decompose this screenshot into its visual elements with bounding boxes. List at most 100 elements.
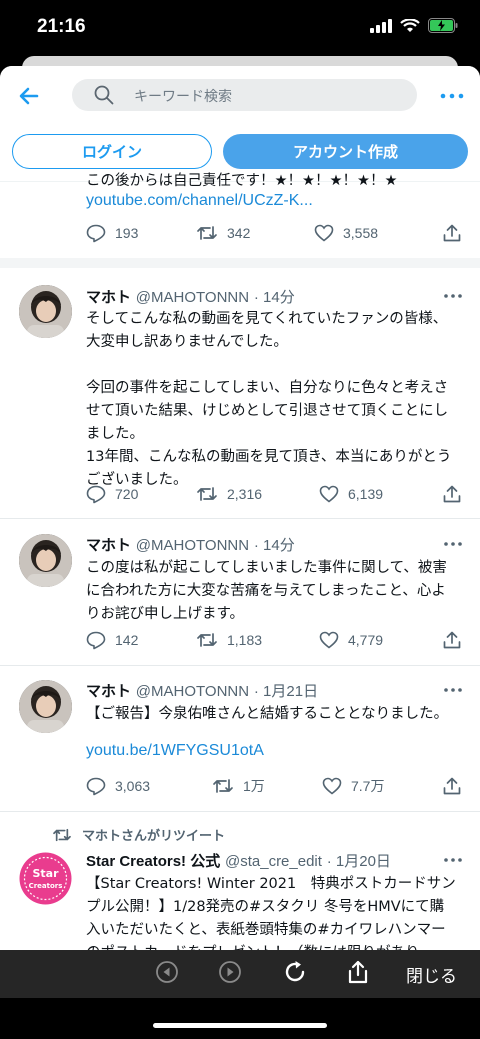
like-button[interactable]: 4,779 <box>319 630 383 650</box>
close-button[interactable]: 閉じる <box>406 962 457 987</box>
back-button[interactable] <box>16 82 44 110</box>
signal-icon <box>370 18 392 33</box>
retweet-button[interactable]: 1,183 <box>196 630 262 650</box>
tweet-text: この度は私が起こしてしまいました事件に関して、被害に合われた方に大変な苦痛を与え… <box>86 560 447 622</box>
heart-icon <box>319 485 339 503</box>
reply-button[interactable]: 3,063 <box>86 776 150 796</box>
nav-forward-button[interactable] <box>218 960 242 988</box>
reply-icon <box>86 224 106 243</box>
avatar[interactable] <box>19 534 72 587</box>
display-name[interactable]: マホト <box>86 289 131 306</box>
login-button[interactable]: ログイン <box>12 134 212 169</box>
status-time: 21:16 <box>37 16 86 37</box>
share-button[interactable] <box>442 630 462 650</box>
avatar[interactable] <box>19 680 72 733</box>
avatar[interactable]: Star Creators <box>19 852 72 905</box>
share-page-button[interactable] <box>346 959 370 989</box>
tweet-actions: 193 342 3,558 <box>86 223 466 247</box>
tweet-actions: 720 2,316 6,139 <box>86 484 466 508</box>
tweet-more-button[interactable] <box>444 681 462 700</box>
avatar[interactable] <box>19 285 72 338</box>
reload-button[interactable] <box>282 959 308 989</box>
retweet-note: マホトさんがリツイート <box>52 825 225 844</box>
svg-text:Creators: Creators <box>29 882 63 890</box>
tweet-link[interactable]: youtube.com/channel/UCzZ-K... <box>86 192 313 210</box>
share-button[interactable] <box>442 776 462 796</box>
tweet[interactable]: マホト @MAHOTONNN · 14分 そしてこんな私の動画を見てくれていたフ… <box>0 268 480 519</box>
more-horizontal-icon <box>444 294 462 298</box>
signup-button[interactable]: アカウント作成 <box>223 134 468 169</box>
retweet-icon <box>213 779 233 793</box>
like-button[interactable]: 7.7万 <box>322 776 384 796</box>
retweet-count: 1,183 <box>227 632 263 648</box>
tweet-header: Star Creators! 公式 @sta_cre_edit · 1月20日 <box>86 850 391 871</box>
heart-icon <box>322 777 342 795</box>
share-button[interactable] <box>442 223 462 243</box>
retweet-icon <box>197 633 217 647</box>
reply-button[interactable]: 193 <box>86 223 138 243</box>
display-name[interactable]: Star Creators! 公式 <box>86 853 220 870</box>
like-button[interactable]: 3,558 <box>314 223 378 243</box>
retweet-button[interactable]: 2,316 <box>196 484 262 504</box>
tweet-more-button[interactable] <box>444 287 462 306</box>
star-creators-logo: Star Creators <box>19 852 72 905</box>
reply-count: 3,063 <box>115 778 151 794</box>
reply-icon <box>86 777 106 796</box>
tweet[interactable]: マホト @MAHOTONNN · 1月21日 【ご報告】今泉佑唯さんと結婚するこ… <box>0 666 480 812</box>
display-name[interactable]: マホト <box>86 537 131 554</box>
reply-count: 142 <box>115 632 139 648</box>
tweet[interactable]: マホト @MAHOTONNN · 14分 この度は私が起こしてしまいました事件に… <box>0 519 480 666</box>
status-bar: 21:16 <box>0 0 480 60</box>
header: キーワード検索 <box>0 66 480 126</box>
retweet-note-text: マホトさんがリツイート <box>82 829 226 844</box>
nav-back-button[interactable] <box>155 960 179 988</box>
browser-toolbar: 閉じる <box>0 950 480 998</box>
retweet-icon <box>53 828 71 841</box>
user-handle[interactable]: @MAHOTONNN <box>136 683 249 700</box>
home-indicator[interactable] <box>153 1023 327 1028</box>
reply-button[interactable]: 142 <box>86 630 138 650</box>
retweet-button[interactable]: 1万 <box>212 776 265 796</box>
reply-count: 193 <box>115 225 139 241</box>
tweet-time[interactable]: · 1月21日 <box>254 683 318 700</box>
user-handle[interactable]: @MAHOTONNN <box>136 289 249 306</box>
reload-icon <box>285 961 305 982</box>
tweet-time[interactable]: · 1月20日 <box>327 853 391 870</box>
user-handle[interactable]: @MAHOTONNN <box>136 537 249 554</box>
tweet-time[interactable]: · 14分 <box>254 537 295 554</box>
more-options-button[interactable] <box>440 86 464 110</box>
more-horizontal-icon <box>444 858 462 862</box>
like-count: 3,558 <box>343 225 379 241</box>
arrow-left-icon <box>19 87 39 105</box>
tweet-link[interactable]: youtu.be/1WFYGSU1otA <box>86 742 264 760</box>
profile-photo-icon <box>19 680 72 733</box>
tweet-text: 【ご報告】今泉佑唯さんと結婚することとなりました。 <box>86 706 449 722</box>
tweet-header: マホト @MAHOTONNN · 14分 <box>86 534 295 555</box>
tweet-time[interactable]: · 14分 <box>254 289 295 306</box>
tweet-actions: 142 1,183 4,779 <box>86 630 466 654</box>
user-handle[interactable]: @sta_cre_edit <box>225 853 322 870</box>
tweet-more-button[interactable] <box>444 851 462 870</box>
tweet-partial[interactable]: この後からは自己責任です！★！★！★！★！★ youtube.com/chann… <box>0 173 480 268</box>
more-horizontal-icon <box>440 93 464 99</box>
tweet-text-fragment: この後からは自己責任です！★！★！★！★！★ <box>86 173 398 189</box>
like-count: 4,779 <box>348 632 384 648</box>
tweet-feed: この後からは自己責任です！★！★！★！★！★ youtube.com/chann… <box>0 173 480 950</box>
retweet-button[interactable]: 342 <box>196 223 250 243</box>
search-input[interactable]: キーワード検索 <box>72 79 417 111</box>
share-icon <box>443 631 461 649</box>
retweet-count: 2,316 <box>227 486 263 502</box>
status-icons <box>370 18 458 33</box>
share-icon <box>443 777 461 795</box>
share-button[interactable] <box>442 484 462 504</box>
tweet-text: 【Star Creators! Winter 2021 特典ポストカードサンプル… <box>86 876 456 950</box>
like-button[interactable]: 6,139 <box>319 484 383 504</box>
more-horizontal-icon <box>444 542 462 546</box>
retweet-count: 342 <box>227 225 251 241</box>
reply-button[interactable]: 720 <box>86 484 138 504</box>
retweet-icon <box>197 487 217 501</box>
display-name[interactable]: マホト <box>86 683 131 700</box>
tweet[interactable]: マホトさんがリツイート Star Creators Star Creators! … <box>0 812 480 950</box>
tweet-more-button[interactable] <box>444 535 462 554</box>
browser-sheet: キーワード検索 ログイン アカウント作成 この後からは自己責任です！★！★！★！… <box>0 66 480 950</box>
